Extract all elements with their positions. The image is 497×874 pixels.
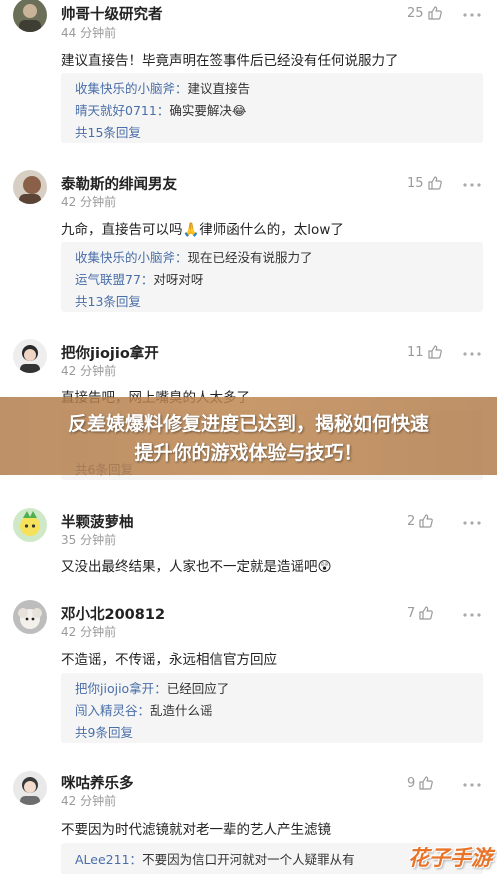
comment-time: 44 分钟前: [61, 26, 117, 40]
view-replies-link[interactable]: 共13条回复: [75, 291, 141, 310]
reply-item[interactable]: ALee211：不要因为信口开河就对一个人疑罪从有: [75, 849, 355, 868]
comment-text: 又没出最终结果，人家也不一定就是造谣吧😲: [61, 559, 332, 575]
reply-username[interactable]: 收集快乐的小脑斧: [75, 81, 175, 96]
reply-item[interactable]: 晴天就好0711：确实要解决😂: [75, 100, 246, 119]
comment-username[interactable]: 泰勒斯的绯闻男友: [61, 173, 177, 194]
user-avatar[interactable]: [13, 170, 47, 204]
reply-item[interactable]: 运气联盟77：对呀对呀: [75, 269, 203, 288]
comment-text: 九命，直接告可以吗🙏律师函什么的，太low了: [61, 222, 344, 238]
user-avatar[interactable]: [13, 0, 47, 32]
promo-banner[interactable]: 反差婊爆料修复进度已达到，揭秘如何快速 提升你的游戏体验与技巧！: [0, 397, 497, 475]
reply-username[interactable]: 晴天就好0711: [75, 103, 157, 118]
comment-time: 42 分钟前: [61, 364, 117, 378]
thumbs-up-icon: [419, 606, 434, 620]
reply-box: 收集快乐的小脑斧：现在已经没有说服力了 运气联盟77：对呀对呀 共13条回复: [61, 242, 483, 312]
comment-time: 42 分钟前: [61, 195, 117, 209]
thumbs-up-icon: [419, 776, 434, 790]
like-button[interactable]: 25: [407, 5, 443, 21]
more-icon[interactable]: [461, 345, 483, 363]
banner-title-line2: 提升你的游戏体验与技巧！: [134, 442, 363, 464]
like-count: 2: [407, 513, 416, 529]
like-button[interactable]: 15: [407, 175, 443, 191]
reply-item[interactable]: 闯入精灵谷：乱造什么谣: [75, 700, 213, 719]
reply-username[interactable]: 收集快乐的小脑斧: [75, 250, 175, 265]
comment-text: 建议直接告！毕竟声明在签事件后已经没有任何说服力了: [61, 53, 399, 69]
view-replies-link[interactable]: 共15条回复: [75, 122, 141, 141]
comment-time: 42 分钟前: [61, 625, 117, 639]
like-count: 15: [407, 175, 424, 191]
view-replies-link[interactable]: 共9条回复: [75, 722, 133, 741]
reply-box: 把你jiojio拿开：已经回应了 闯入精灵谷：乱造什么谣 共9条回复: [61, 673, 483, 743]
like-button[interactable]: 9: [407, 775, 434, 791]
like-count: 9: [407, 775, 416, 791]
reply-text: 乱造什么谣: [150, 703, 213, 718]
reply-username[interactable]: 把你jiojio拿开: [75, 681, 154, 696]
comment-username[interactable]: 半颗菠萝柚: [61, 511, 134, 532]
comment-text: 不造谣，不传谣，永远相信官方回应: [61, 652, 277, 668]
user-avatar[interactable]: [13, 339, 47, 373]
more-icon[interactable]: [461, 776, 483, 794]
reply-username[interactable]: 运气联盟77: [75, 272, 141, 287]
like-count: 11: [407, 344, 424, 360]
banner-title-line1: 反差婊爆料修复进度已达到，揭秘如何快速: [67, 413, 429, 435]
thumbs-up-icon: [419, 514, 434, 528]
comment-username[interactable]: 把你jiojio拿开: [61, 342, 159, 363]
user-avatar[interactable]: [13, 771, 47, 805]
comment-username[interactable]: 咪咕养乐多: [61, 772, 134, 793]
reply-item[interactable]: 把你jiojio拿开：已经回应了: [75, 678, 229, 697]
comment-username[interactable]: 帅哥十级研究者: [61, 3, 163, 24]
comment-time: 42 分钟前: [61, 794, 117, 808]
thumbs-up-icon: [427, 345, 442, 359]
comment-time: 35 分钟前: [61, 533, 117, 547]
reply-item[interactable]: 收集快乐的小脑斧：建议直接告: [75, 78, 250, 97]
like-count: 25: [407, 5, 424, 21]
more-icon[interactable]: [461, 606, 483, 624]
more-icon[interactable]: [461, 6, 483, 24]
reply-text: 确实要解决😂: [169, 103, 247, 118]
more-icon[interactable]: [461, 176, 483, 194]
comment-username[interactable]: 邓小北200812: [61, 603, 165, 624]
more-icon[interactable]: [461, 514, 483, 532]
like-button[interactable]: 2: [407, 513, 434, 529]
user-avatar[interactable]: [13, 508, 47, 542]
thumbs-up-icon: [427, 176, 442, 190]
like-button[interactable]: 11: [407, 344, 443, 360]
reply-text: 现在已经没有说服力了: [187, 250, 313, 265]
thumbs-up-icon: [427, 6, 442, 20]
watermark-logo: 花子手游: [408, 846, 492, 870]
reply-box: 收集快乐的小脑斧：建议直接告 晴天就好0711：确实要解决😂 共15条回复: [61, 73, 483, 143]
reply-username[interactable]: ALee211: [75, 852, 130, 867]
reply-username[interactable]: 闯入精灵谷: [75, 703, 138, 718]
comment-text: 不要因为时代滤镜就对老一辈的艺人产生滤镜: [61, 822, 331, 838]
user-avatar[interactable]: [13, 600, 47, 634]
reply-text: 不要因为信口开河就对一个人疑罪从有: [142, 852, 355, 867]
like-count: 7: [407, 605, 416, 621]
like-button[interactable]: 7: [407, 605, 434, 621]
reply-text: 已经回应了: [166, 681, 230, 696]
reply-item[interactable]: 收集快乐的小脑斧：现在已经没有说服力了: [75, 247, 313, 266]
reply-text: 建议直接告: [187, 81, 251, 96]
reply-text: 对呀对呀: [153, 272, 204, 287]
